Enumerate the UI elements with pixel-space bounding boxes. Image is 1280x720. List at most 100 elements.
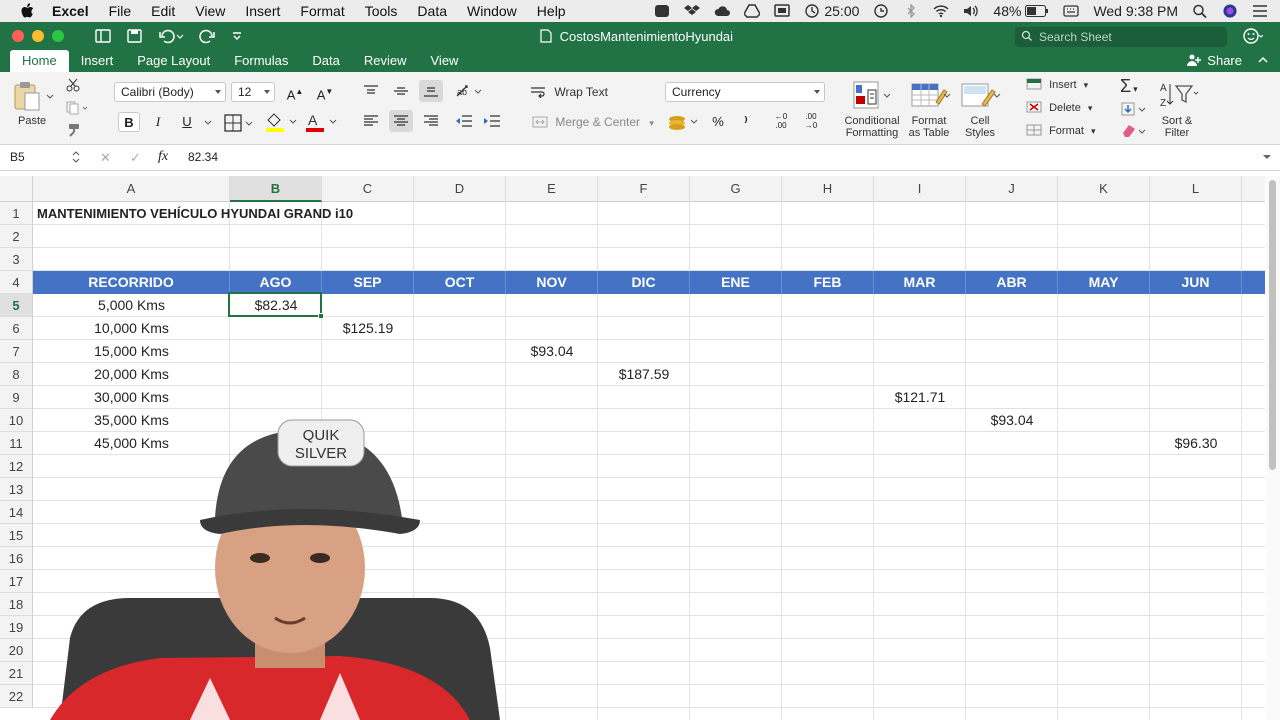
align-bottom-button[interactable] <box>419 80 443 102</box>
name-box-stepper-icon[interactable] <box>72 149 80 165</box>
feedback-smiley-icon[interactable] <box>1243 27 1263 45</box>
maximize-window-button[interactable] <box>52 30 64 42</box>
dropbox-icon[interactable] <box>684 4 701 18</box>
menu-file[interactable]: File <box>109 3 132 19</box>
header-cell-recorrido[interactable]: RECORRIDO <box>33 271 230 294</box>
increase-indent-icon[interactable] <box>482 114 502 128</box>
battery-status[interactable]: 48% <box>993 3 1049 19</box>
cancel-edit-icon[interactable]: ✕ <box>100 150 111 166</box>
align-right-icon[interactable] <box>422 114 440 128</box>
row-header-10[interactable]: 10 <box>0 409 33 432</box>
tab-view[interactable]: View <box>419 50 471 72</box>
font-color-icon[interactable]: A <box>304 112 340 132</box>
decrease-font-size-button[interactable]: A▼ <box>314 82 336 102</box>
row-header-22[interactable]: 22 <box>0 685 33 708</box>
autosum-button[interactable]: Σ ▾ <box>1120 76 1138 97</box>
header-cell-feb[interactable]: FEB <box>782 271 874 294</box>
close-window-button[interactable] <box>12 30 24 42</box>
copy-icon[interactable] <box>66 101 88 115</box>
column-header-i[interactable]: I <box>874 176 966 202</box>
insert-function-button[interactable]: fx <box>158 149 168 165</box>
percent-style-button[interactable]: % <box>707 112 729 132</box>
column-header-c[interactable]: C <box>322 176 414 202</box>
recorrido-cell[interactable]: 5,000 Kms <box>33 294 230 317</box>
orientation-icon[interactable]: ab <box>454 82 484 100</box>
align-middle-icon[interactable] <box>392 84 410 98</box>
row-header-7[interactable]: 7 <box>0 340 33 363</box>
cut-icon[interactable] <box>66 78 80 92</box>
column-header-l[interactable]: L <box>1150 176 1242 202</box>
volume-icon[interactable] <box>963 4 979 18</box>
menu-app-excel[interactable]: Excel <box>52 3 89 19</box>
row-header-12[interactable]: 12 <box>0 455 33 478</box>
header-cell-sep[interactable]: SEP <box>322 271 414 294</box>
customize-toolbar-icon[interactable] <box>230 28 244 44</box>
row-header-1[interactable]: 1 <box>0 202 33 225</box>
header-cell-ene[interactable]: ENE <box>690 271 782 294</box>
wifi-icon[interactable] <box>933 4 949 18</box>
sort-filter-button[interactable]: Sort & Filter <box>1156 115 1198 139</box>
header-cell-abr[interactable]: ABR <box>966 271 1058 294</box>
insert-cells-button[interactable]: Insert ▾ <box>1026 78 1088 91</box>
sort-filter-icon[interactable]: AZ <box>1158 80 1200 110</box>
keyboard-icon[interactable] <box>1063 4 1080 18</box>
align-left-icon[interactable] <box>362 114 380 128</box>
row-header-13[interactable]: 13 <box>0 478 33 501</box>
collapse-ribbon-icon[interactable] <box>1258 56 1268 64</box>
comma-style-button[interactable]: ⁾ <box>735 112 757 132</box>
tab-home[interactable]: Home <box>10 50 69 72</box>
cost-cell[interactable]: $93.04 <box>966 409 1058 432</box>
cost-cell[interactable]: $96.30 <box>1150 432 1242 455</box>
column-header-f[interactable]: F <box>598 176 690 202</box>
row-header-20[interactable]: 20 <box>0 639 33 662</box>
notification-center-icon[interactable] <box>1252 4 1268 18</box>
cost-cell[interactable]: $187.59 <box>598 363 690 386</box>
borders-icon[interactable] <box>224 114 254 132</box>
delete-cells-button[interactable]: Delete ▾ <box>1026 101 1092 114</box>
accounting-format-icon[interactable] <box>666 112 700 132</box>
align-top-icon[interactable] <box>362 84 380 98</box>
sidebar-toggle-icon[interactable] <box>94 28 112 44</box>
header-cell-jun[interactable]: JUN <box>1150 271 1242 294</box>
fill-icon[interactable] <box>1120 101 1148 117</box>
menu-tools[interactable]: Tools <box>365 3 398 19</box>
column-header-b[interactable]: B <box>230 176 322 202</box>
menu-insert[interactable]: Insert <box>245 3 280 19</box>
menu-edit[interactable]: Edit <box>151 3 175 19</box>
decrease-indent-icon[interactable] <box>454 114 474 128</box>
creative-cloud-icon[interactable] <box>654 4 670 18</box>
row-header-14[interactable]: 14 <box>0 501 33 524</box>
align-center-button[interactable] <box>389 110 413 132</box>
column-header-e[interactable]: E <box>506 176 598 202</box>
header-cell-dic[interactable]: DIC <box>598 271 690 294</box>
column-header-k[interactable]: K <box>1058 176 1150 202</box>
header-cell-mar[interactable]: MAR <box>874 271 966 294</box>
wrap-text-button[interactable]: Wrap Text <box>530 85 608 99</box>
menu-help[interactable]: Help <box>537 3 566 19</box>
paste-icon[interactable] <box>12 80 42 112</box>
format-as-table-button[interactable]: Format as Table <box>903 115 955 139</box>
name-box[interactable]: B5 <box>10 150 82 164</box>
format-as-table-icon[interactable] <box>908 80 952 110</box>
clock[interactable]: Wed 9:38 PM <box>1093 3 1178 19</box>
screen-icon[interactable] <box>774 4 791 18</box>
column-header-j[interactable]: J <box>966 176 1058 202</box>
tab-insert[interactable]: Insert <box>69 50 126 72</box>
merge-center-button[interactable]: Merge & Center ▾ <box>532 115 654 129</box>
undo-icon[interactable] <box>158 28 184 44</box>
share-button[interactable]: Share <box>1186 53 1242 68</box>
increase-decimal-button[interactable]: ←0.00 <box>770 112 792 132</box>
spotlight-search-icon[interactable] <box>1192 4 1208 18</box>
sheet-title-cell[interactable]: MANTENIMIENTO VEHÍCULO HYUNDAI GRAND i10 <box>33 202 433 225</box>
row-header-3[interactable]: 3 <box>0 248 33 271</box>
tab-data[interactable]: Data <box>300 50 351 72</box>
menu-view[interactable]: View <box>195 3 225 19</box>
recorrido-cell[interactable]: 20,000 Kms <box>33 363 230 386</box>
row-header-5[interactable]: 5 <box>0 294 33 317</box>
save-icon[interactable] <box>126 28 144 44</box>
recorrido-cell[interactable]: 15,000 Kms <box>33 340 230 363</box>
drive-icon[interactable] <box>744 4 761 18</box>
cell-styles-button[interactable]: Cell Styles <box>958 115 1002 139</box>
tab-formulas[interactable]: Formulas <box>222 50 300 72</box>
format-cells-button[interactable]: Format ▾ <box>1026 124 1096 137</box>
